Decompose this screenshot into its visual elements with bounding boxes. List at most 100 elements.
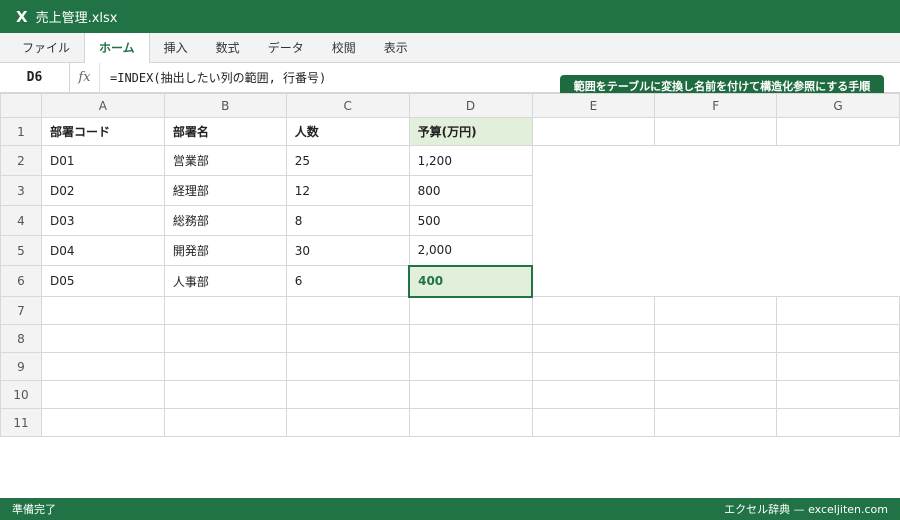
cell-c5[interactable]: 30 <box>285 235 410 266</box>
cell-d4[interactable]: 500 <box>408 205 533 236</box>
empty-area[interactable] <box>532 145 900 297</box>
row-header[interactable]: 9 <box>0 352 42 381</box>
cell[interactable] <box>776 352 900 381</box>
cell[interactable] <box>408 408 533 437</box>
fx-icon[interactable]: fx <box>70 62 100 93</box>
cell[interactable] <box>408 380 533 409</box>
cell[interactable] <box>776 324 900 353</box>
cell-d1[interactable]: 予算(万円) <box>408 117 533 146</box>
cell[interactable] <box>408 352 533 381</box>
tab-file[interactable]: ファイル <box>8 33 84 63</box>
cell[interactable] <box>163 408 287 437</box>
cell[interactable] <box>285 296 410 325</box>
excel-icon: X <box>16 7 28 26</box>
tab-home[interactable]: ホーム <box>84 33 150 64</box>
name-box[interactable]: D6 <box>0 62 70 93</box>
cell-e1[interactable] <box>531 117 656 146</box>
cell-c1[interactable]: 人数 <box>285 117 410 146</box>
row-header[interactable]: 2 <box>0 145 42 176</box>
column-header-d[interactable]: D <box>408 93 533 118</box>
cell[interactable] <box>654 380 778 409</box>
row-header[interactable]: 11 <box>0 408 42 437</box>
cell-d3[interactable]: 800 <box>408 175 533 206</box>
cell[interactable] <box>531 352 656 381</box>
cell[interactable] <box>654 296 778 325</box>
formula-input[interactable]: =INDEX(抽出したい列の範囲, 行番号) <box>100 69 326 86</box>
cell[interactable] <box>40 324 165 353</box>
tab-review[interactable]: 校閲 <box>318 33 370 63</box>
window-title: 売上管理.xlsx <box>35 11 118 26</box>
tab-data[interactable]: データ <box>254 33 318 63</box>
cell[interactable] <box>776 408 900 437</box>
row-header[interactable]: 5 <box>0 235 42 266</box>
cell[interactable] <box>654 408 778 437</box>
column-header-g[interactable]: G <box>776 93 900 118</box>
cell[interactable] <box>40 352 165 381</box>
tab-formulas[interactable]: 数式 <box>202 33 254 63</box>
cell[interactable] <box>531 408 656 437</box>
cell[interactable] <box>408 296 533 325</box>
cell-a3[interactable]: D02 <box>40 175 165 206</box>
row-header[interactable]: 10 <box>0 380 42 409</box>
tab-view[interactable]: 表示 <box>370 33 422 63</box>
cell-b5[interactable]: 開発部 <box>163 235 287 266</box>
row-header[interactable]: 4 <box>0 205 42 236</box>
cell[interactable] <box>285 324 410 353</box>
cell[interactable] <box>40 380 165 409</box>
column-header-f[interactable]: F <box>654 93 778 118</box>
cell-d5[interactable]: 2,000 <box>408 235 533 266</box>
row-header[interactable]: 1 <box>0 117 42 146</box>
cell-b4[interactable]: 総務部 <box>163 205 287 236</box>
cell-c6[interactable]: 6 <box>285 265 410 297</box>
worksheet-grid: A B C D E F G 1 部署コード 部署名 人数 予算(万円) 2 D0… <box>0 93 900 437</box>
column-header-b[interactable]: B <box>163 93 287 118</box>
cell-a5[interactable]: D04 <box>40 235 165 266</box>
title-bar: X 売上管理.xlsx <box>0 0 900 33</box>
cell-c3[interactable]: 12 <box>285 175 410 206</box>
row-header[interactable]: 7 <box>0 296 42 325</box>
cell[interactable] <box>285 408 410 437</box>
cell[interactable] <box>408 324 533 353</box>
status-bar: 準備完了 エクセル辞典 — exceljiten.com <box>0 498 900 520</box>
row-header[interactable]: 3 <box>0 175 42 206</box>
cell[interactable] <box>163 380 287 409</box>
cell[interactable] <box>40 408 165 437</box>
cell-g1[interactable] <box>776 117 900 146</box>
cell[interactable] <box>654 352 778 381</box>
cell[interactable] <box>285 352 410 381</box>
cell[interactable] <box>285 380 410 409</box>
cell-a6[interactable]: D05 <box>40 265 165 297</box>
cell-b1[interactable]: 部署名 <box>163 117 287 146</box>
cell-c4[interactable]: 8 <box>285 205 410 236</box>
cell[interactable] <box>776 296 900 325</box>
cell-a1[interactable]: 部署コード <box>40 117 165 146</box>
site-credit: エクセル辞典 — exceljiten.com <box>724 503 888 516</box>
cell[interactable] <box>163 352 287 381</box>
tab-insert[interactable]: 挿入 <box>150 33 202 63</box>
cell-a4[interactable]: D03 <box>40 205 165 236</box>
cell-d6-selected[interactable]: 400 <box>408 264 533 298</box>
cell-b2[interactable]: 営業部 <box>163 145 287 176</box>
column-header-c[interactable]: C <box>285 93 410 118</box>
row-header[interactable]: 6 <box>0 265 42 297</box>
cell-a2[interactable]: D01 <box>40 145 165 176</box>
cell[interactable] <box>654 324 778 353</box>
select-all-corner[interactable] <box>0 93 42 118</box>
cell[interactable] <box>40 296 165 325</box>
cell-c2[interactable]: 25 <box>285 145 410 176</box>
cell[interactable] <box>531 324 656 353</box>
cell-f1[interactable] <box>654 117 778 146</box>
cell[interactable] <box>163 296 287 325</box>
column-header-e[interactable]: E <box>531 93 656 118</box>
column-header-a[interactable]: A <box>40 93 165 118</box>
ribbon-tabs: ファイル ホーム 挿入 数式 データ 校閲 表示 <box>0 33 900 64</box>
row-header[interactable]: 8 <box>0 324 42 353</box>
status-text: 準備完了 <box>12 503 56 516</box>
cell-b3[interactable]: 経理部 <box>163 175 287 206</box>
cell[interactable] <box>776 380 900 409</box>
cell[interactable] <box>531 296 656 325</box>
cell[interactable] <box>163 324 287 353</box>
cell[interactable] <box>531 380 656 409</box>
cell-d2[interactable]: 1,200 <box>408 145 533 176</box>
cell-b6[interactable]: 人事部 <box>163 265 287 297</box>
